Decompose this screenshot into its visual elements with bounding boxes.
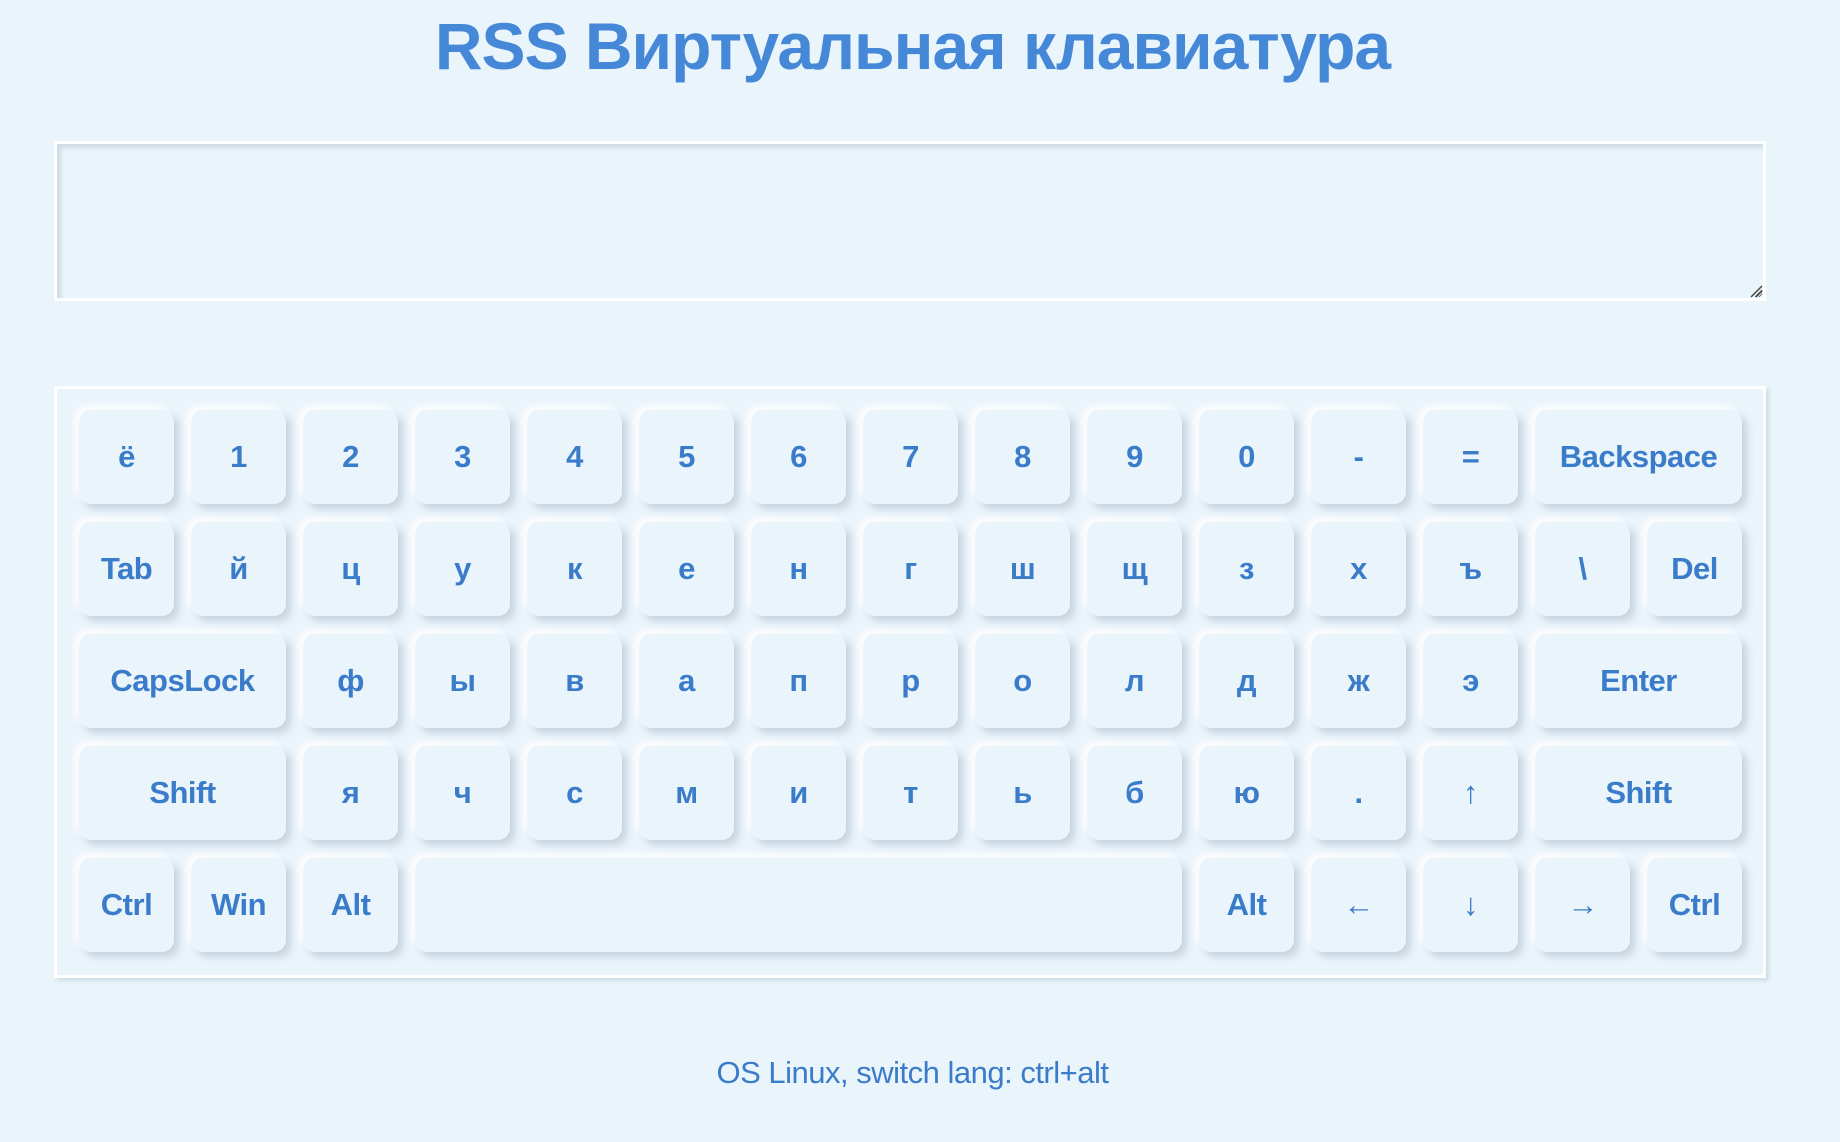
key-shift[interactable]: Shift	[1535, 746, 1742, 840]
key-space[interactable]	[415, 858, 1182, 952]
key-л[interactable]: л	[1087, 634, 1182, 728]
key-э[interactable]: э	[1423, 634, 1518, 728]
key-4[interactable]: 4	[527, 410, 622, 504]
key-й[interactable]: й	[191, 522, 286, 616]
resize-grip-icon[interactable]	[1749, 284, 1763, 298]
key-0[interactable]: 0	[1199, 410, 1294, 504]
key-я[interactable]: я	[303, 746, 398, 840]
key-backslash[interactable]: \	[1535, 522, 1630, 616]
key-х[interactable]: х	[1311, 522, 1406, 616]
text-output[interactable]	[54, 141, 1766, 301]
key-5[interactable]: 5	[639, 410, 734, 504]
key-alt[interactable]: Alt	[303, 858, 398, 952]
key-ь[interactable]: ь	[975, 746, 1070, 840]
key-ю[interactable]: ю	[1199, 746, 1294, 840]
key-ч[interactable]: ч	[415, 746, 510, 840]
text-output-wrap	[54, 141, 1766, 301]
os-hint: OS Linux, switch lang: ctrl+alt	[716, 1055, 1109, 1090]
key-ctrl[interactable]: Ctrl	[79, 858, 174, 952]
key-arrow-left[interactable]: ←	[1311, 858, 1406, 952]
key-у[interactable]: у	[415, 522, 510, 616]
key-ц[interactable]: ц	[303, 522, 398, 616]
key-к[interactable]: к	[527, 522, 622, 616]
key-д[interactable]: д	[1199, 634, 1294, 728]
key-arrow-right[interactable]: →	[1535, 858, 1630, 952]
key-ё[interactable]: ё	[79, 410, 174, 504]
key-а[interactable]: а	[639, 634, 734, 728]
key-н[interactable]: н	[751, 522, 846, 616]
key-ы[interactable]: ы	[415, 634, 510, 728]
key-minus[interactable]: -	[1311, 410, 1406, 504]
key-ctrl[interactable]: Ctrl	[1647, 858, 1742, 952]
key-7[interactable]: 7	[863, 410, 958, 504]
key-м[interactable]: м	[639, 746, 734, 840]
key-1[interactable]: 1	[191, 410, 286, 504]
key-р[interactable]: р	[863, 634, 958, 728]
key-и[interactable]: и	[751, 746, 846, 840]
key-alt[interactable]: Alt	[1199, 858, 1294, 952]
key-shift[interactable]: Shift	[79, 746, 286, 840]
key-arrow-down[interactable]: ↓	[1423, 858, 1518, 952]
key-2[interactable]: 2	[303, 410, 398, 504]
key-9[interactable]: 9	[1087, 410, 1182, 504]
page: RSS Виртуальная клавиатура ё 1 2 3 4 5 6 7 8 9 0- =…	[0, 0, 1840, 1142]
key-о[interactable]: о	[975, 634, 1070, 728]
key-delete[interactable]: Del	[1647, 522, 1742, 616]
key-ш[interactable]: ш	[975, 522, 1070, 616]
key-е[interactable]: е	[639, 522, 734, 616]
key-equals[interactable]: =	[1423, 410, 1518, 504]
key-т[interactable]: т	[863, 746, 958, 840]
key-3[interactable]: 3	[415, 410, 510, 504]
key-п[interactable]: п	[751, 634, 846, 728]
key-win[interactable]: Win	[191, 858, 286, 952]
key-enter[interactable]: Enter	[1535, 634, 1742, 728]
key-8[interactable]: 8	[975, 410, 1070, 504]
key-ж[interactable]: ж	[1311, 634, 1406, 728]
key-б[interactable]: б	[1087, 746, 1182, 840]
virtual-keyboard: ё 1 2 3 4 5 6 7 8 9 0- = Backspace Tab й ц у к е н г ш щ з х ъ \ De…	[54, 386, 1766, 978]
key-period[interactable]: .	[1311, 746, 1406, 840]
key-arrow-up[interactable]: ↑	[1423, 746, 1518, 840]
key-6[interactable]: 6	[751, 410, 846, 504]
key-г[interactable]: г	[863, 522, 958, 616]
key-с[interactable]: с	[527, 746, 622, 840]
key-ф[interactable]: ф	[303, 634, 398, 728]
key-з[interactable]: з	[1199, 522, 1294, 616]
page-title: RSS Виртуальная клавиатура	[434, 9, 1391, 83]
key-в[interactable]: в	[527, 634, 622, 728]
key-backspace[interactable]: Backspace	[1535, 410, 1742, 504]
key-capslock[interactable]: CapsLock	[79, 634, 286, 728]
key-tab[interactable]: Tab	[79, 522, 174, 616]
key-щ[interactable]: щ	[1087, 522, 1182, 616]
key-ъ[interactable]: ъ	[1423, 522, 1518, 616]
